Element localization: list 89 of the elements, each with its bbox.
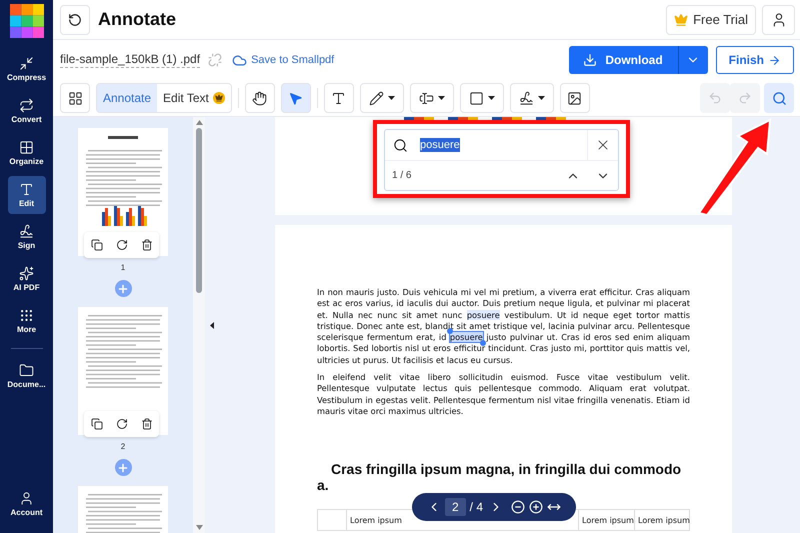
zoom-in-button[interactable] — [529, 500, 544, 514]
page-thumbnail[interactable] — [78, 128, 168, 256]
duplicate-icon[interactable] — [90, 239, 102, 251]
plus-icon — [117, 462, 129, 474]
zoom-in-icon — [529, 500, 544, 514]
section-heading: Cras fringilla ipsum magna, in fringilla dui commodo a. — [317, 461, 682, 494]
zoom-out-button[interactable] — [511, 500, 526, 514]
tool-button[interactable] — [324, 83, 354, 113]
scroll-up-icon[interactable] — [196, 120, 202, 125]
rotate-icon[interactable] — [116, 239, 128, 251]
crown-icon — [212, 92, 225, 104]
rotate-icon[interactable] — [116, 418, 128, 430]
scroll-down-icon[interactable] — [196, 525, 202, 530]
nav-item[interactable]: Organize — [8, 134, 46, 172]
hand-icon — [252, 90, 268, 106]
mode-tab[interactable]: Annotate — [97, 84, 158, 112]
rotate-left-icon — [68, 12, 82, 26]
caret-icon — [438, 96, 445, 100]
unlink-icon — [208, 53, 222, 67]
folder-icon — [19, 363, 34, 378]
nav-item[interactable]: Compress — [8, 50, 46, 88]
nav-item[interactable]: More — [8, 302, 46, 340]
table-cell: Lorem ipsum — [578, 510, 634, 530]
nav-item[interactable]: AI PDF — [8, 260, 46, 298]
user-icon — [19, 491, 34, 506]
collapse-panel-icon[interactable] — [210, 322, 214, 328]
grid-icon — [19, 140, 34, 155]
trash-icon[interactable] — [140, 239, 152, 251]
image-icon — [567, 90, 582, 106]
trash-icon[interactable] — [140, 418, 152, 430]
signature-icon — [19, 224, 34, 239]
convert-icon — [19, 98, 34, 113]
page-number: 1 — [120, 263, 126, 272]
page-number-field[interactable]: 2 — [444, 498, 466, 516]
plus-icon — [117, 282, 129, 294]
pencil-icon — [368, 90, 384, 106]
page-title: Annotate — [98, 9, 176, 30]
pages-grid-button[interactable] — [60, 83, 90, 113]
pointer-icon — [288, 90, 304, 106]
cloud-icon — [232, 52, 248, 68]
text-icon — [331, 90, 346, 106]
dots-grid-icon — [19, 308, 34, 323]
tool-button[interactable] — [460, 83, 504, 113]
text-box-icon — [418, 90, 434, 106]
paragraph: In eleifend velit vitae libero sollicitudin euismod. Fusce vitae vestibulum velit. Pellentesque vulputate lectus quis pellentesque commodo. Aliquam erat volutpat. Vestibulum in egestas velit. Pellentesque fermentum nisl vitae fringilla venenatis. Etiam id mauris vitae orci maximus ultricies. — [317, 372, 690, 418]
crown-icon — [674, 12, 688, 26]
tool-button[interactable] — [410, 83, 454, 113]
arrow-right-icon — [768, 54, 781, 66]
tool-button[interactable] — [360, 83, 404, 113]
text-icon — [19, 182, 34, 197]
grid-icon — [68, 90, 82, 106]
signature-icon — [518, 90, 534, 106]
table-cell: Lorem ipsum — [634, 510, 690, 530]
caret-icon — [388, 96, 395, 100]
download-icon — [583, 53, 598, 67]
tool-button[interactable] — [560, 83, 590, 113]
page-number: 2 — [120, 442, 126, 451]
search-icon — [772, 90, 786, 106]
duplicate-icon[interactable] — [90, 418, 102, 430]
file-name: file-sample_150kB (1) .pdf — [60, 52, 200, 68]
nav-item[interactable]: Sign — [8, 218, 46, 256]
sparkle-icon — [19, 266, 34, 281]
download-button[interactable]: Download — [569, 46, 678, 74]
match-count: 1 / 6 — [392, 170, 412, 181]
undo-all-button[interactable] — [60, 4, 90, 34]
redo-icon — [738, 91, 752, 105]
compress-icon — [19, 56, 34, 71]
search-field[interactable]: posuere — [385, 130, 588, 160]
finish-button[interactable]: Finish — [716, 46, 794, 74]
app-logo[interactable] — [10, 4, 44, 38]
paragraph: In non mauris justo. Duis vehicula mi vel mi pretium, a viverra erat efficitur. Cras aliquam est ac eros varius, id iaculis dui auctor. Duis pretium neque ligula, et pulvinar mi placerat et. Nulla nec nunc sit amet nunc posuere vestibulum. Ut id neque eget tortor mattis tristique. Donec ante est, blandit sit amet tristique vel, lacinia pulvinar arcu. Pellentesque scelerisque fermentum erat, id posuere justo pulvinar ut. Cras id eros sed enim aliquam lobortis. Sed lobortis nisl ut eros efficitur tincidunt. Cras justo mi, porttitor quis mattis vel, ultricies ut purus. Ut facilisis et lacus eu cursus. — [317, 287, 690, 366]
caret-icon — [538, 96, 545, 100]
free-trial-button[interactable]: Free Trial — [666, 4, 756, 34]
nav-item[interactable]: Docume... — [8, 357, 46, 395]
download-options-button[interactable] — [678, 46, 708, 74]
search-icon — [393, 138, 408, 152]
account-button[interactable]: Account — [8, 485, 46, 523]
nav-item[interactable]: Edit — [8, 176, 46, 214]
undo-icon — [708, 91, 722, 105]
caret-icon — [488, 96, 495, 100]
zoom-out-icon — [511, 500, 526, 514]
square-icon — [468, 90, 484, 106]
tool-button[interactable] — [510, 83, 554, 113]
search-button[interactable] — [764, 83, 794, 113]
save-link[interactable]: Save to Smallpdf — [232, 52, 334, 68]
page-thumbnail[interactable] — [78, 307, 168, 435]
tool-button[interactable] — [244, 83, 275, 113]
nav-item[interactable]: Convert — [8, 92, 46, 130]
user-button[interactable] — [762, 4, 795, 34]
